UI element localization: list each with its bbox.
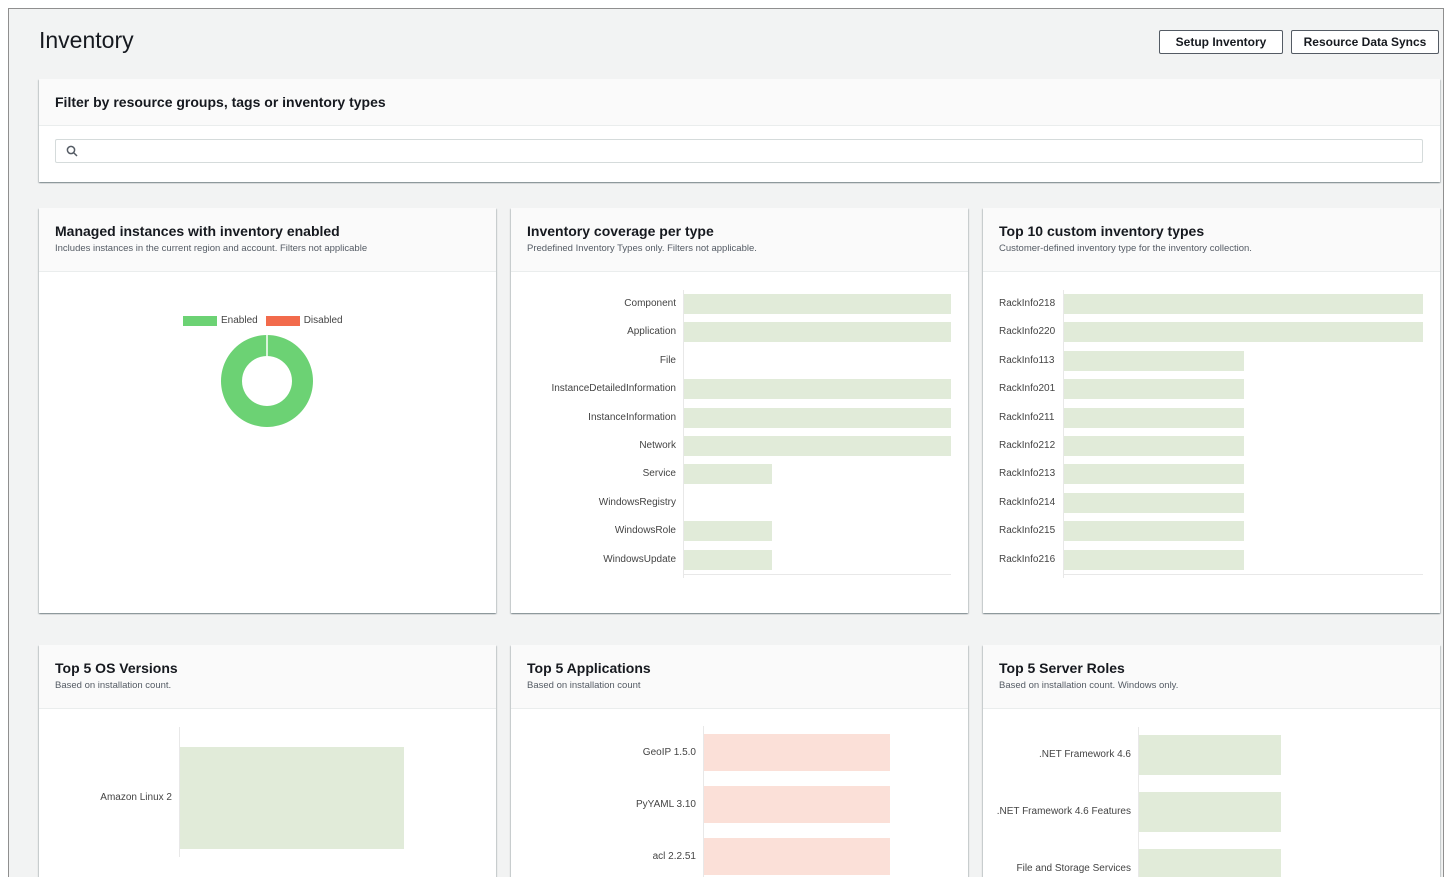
bar-label: RackInfo216 <box>999 553 1056 565</box>
bar-label: File and Storage Services <box>1016 863 1131 874</box>
bar-label: Component <box>624 298 676 309</box>
server-roles-card: Top 5 Server Roles Based on installation… <box>983 645 1440 877</box>
bar-label: WindowsRegistry <box>598 496 676 508</box>
resource-data-syncs-button[interactable]: Resource Data Syncs <box>1291 30 1439 54</box>
bar[interactable] <box>1139 849 1281 877</box>
bar[interactable] <box>684 549 773 570</box>
bar[interactable] <box>1064 464 1244 485</box>
bar[interactable] <box>684 436 951 456</box>
bar[interactable] <box>180 747 404 849</box>
bar-label: InstanceInformation <box>588 411 676 423</box>
bar[interactable] <box>704 734 890 771</box>
card-title: Inventory coverage per type <box>527 223 714 239</box>
bar-label: PyYAML 3.10 <box>635 798 696 810</box>
bar[interactable] <box>684 322 951 343</box>
card-title: Top 5 Server Roles <box>999 660 1125 676</box>
filter-title: Filter by resource groups, tags or inven… <box>55 94 386 110</box>
os-versions-card: Top 5 OS Versions Based on installation … <box>39 645 496 877</box>
bar-label: .NET Framework 4.6 <box>1038 749 1131 760</box>
filter-panel: Filter by resource groups, tags or inven… <box>39 79 1440 182</box>
bar-label: RackInfo211 <box>999 411 1055 423</box>
card-header: Top 5 Applications Based on installation… <box>511 645 968 709</box>
card-subtitle: Customer-defined inventory type for the … <box>999 243 1252 254</box>
bar-label: WindowsUpdate <box>603 553 676 565</box>
bar-label: Service <box>642 468 676 480</box>
search-icon <box>66 145 78 157</box>
card-header: Inventory coverage per type Predefined I… <box>511 208 968 272</box>
bar[interactable] <box>1064 407 1244 428</box>
card-header: Top 5 Server Roles Based on installation… <box>983 645 1440 709</box>
bar-label: RackInfo220 <box>999 326 1056 338</box>
bar[interactable] <box>684 464 773 485</box>
card-subtitle: Predefined Inventory Types only. Filters… <box>527 243 757 254</box>
bar[interactable] <box>1064 521 1244 542</box>
card-subtitle: Based on installation count. <box>55 680 172 691</box>
inventory-page: Inventory Setup Inventory Resource Data … <box>8 8 1444 877</box>
bar-label: RackInfo113 <box>999 354 1055 366</box>
bar[interactable] <box>1064 436 1244 456</box>
bar[interactable] <box>684 407 951 428</box>
bar-label: RackInfo212 <box>999 440 1056 451</box>
page-title: Inventory <box>39 27 134 53</box>
bar[interactable] <box>1064 350 1244 371</box>
bar[interactable] <box>1064 549 1244 570</box>
bar[interactable] <box>684 294 951 314</box>
bar[interactable] <box>684 379 951 400</box>
filter-search-box[interactable] <box>55 139 1423 163</box>
filter-search-input[interactable] <box>86 141 1422 161</box>
bar[interactable] <box>1064 379 1244 400</box>
custom-types-card: Top 10 custom inventory types Customer-d… <box>983 208 1440 613</box>
card-title: Managed instances with inventory enabled <box>55 223 340 239</box>
card-header: Managed instances with inventory enabled… <box>39 208 496 272</box>
card-title: Top 5 OS Versions <box>55 660 178 676</box>
bar-label: .NET Framework 4.6 Features <box>996 806 1131 817</box>
card-header: Top 10 custom inventory types Customer-d… <box>983 208 1440 272</box>
bar-label: Amazon Linux 2 <box>100 792 172 803</box>
bar-label: InstanceDetailedInformation <box>551 383 676 395</box>
bar[interactable] <box>1064 492 1244 513</box>
bar-label: RackInfo213 <box>999 468 1056 480</box>
card-subtitle: Based on installation count <box>527 680 641 691</box>
setup-inventory-button[interactable]: Setup Inventory <box>1159 30 1283 54</box>
card-title: Top 5 Applications <box>527 660 651 676</box>
bar[interactable] <box>684 521 773 542</box>
bar[interactable] <box>1064 294 1423 314</box>
filter-header: Filter by resource groups, tags or inven… <box>39 79 1440 126</box>
bar-label: RackInfo201 <box>999 383 1056 395</box>
chart-baseline <box>684 573 951 575</box>
bar-label: File <box>659 354 676 366</box>
applications-card: Top 5 Applications Based on installation… <box>511 645 968 877</box>
bar[interactable] <box>1139 735 1281 775</box>
bar-label: RackInfo214 <box>999 496 1056 508</box>
bar[interactable] <box>704 786 890 823</box>
card-header: Top 5 OS Versions Based on installation … <box>39 645 496 709</box>
chart-baseline <box>1064 573 1423 575</box>
card-subtitle: Based on installation count. Windows onl… <box>999 680 1179 691</box>
bar-label: WindowsRole <box>614 525 676 537</box>
bar[interactable] <box>1064 322 1423 343</box>
bar-label: GeoIP 1.5.0 <box>642 746 696 758</box>
bar[interactable] <box>1139 792 1281 832</box>
bar-label: acl 2.2.51 <box>652 850 696 862</box>
card-subtitle: Includes instances in the current region… <box>55 243 368 254</box>
card-title: Top 10 custom inventory types <box>999 223 1205 239</box>
bar-label: Application <box>627 326 676 338</box>
bar-label: RackInfo218 <box>999 298 1056 309</box>
bar-label: RackInfo215 <box>999 525 1056 537</box>
managed-instances-card: Managed instances with inventory enabled… <box>39 208 496 613</box>
bar-label: Network <box>639 440 676 451</box>
donut-chart <box>220 335 313 427</box>
bar[interactable] <box>704 838 890 875</box>
coverage-per-type-card: Inventory coverage per type Predefined I… <box>511 208 968 613</box>
